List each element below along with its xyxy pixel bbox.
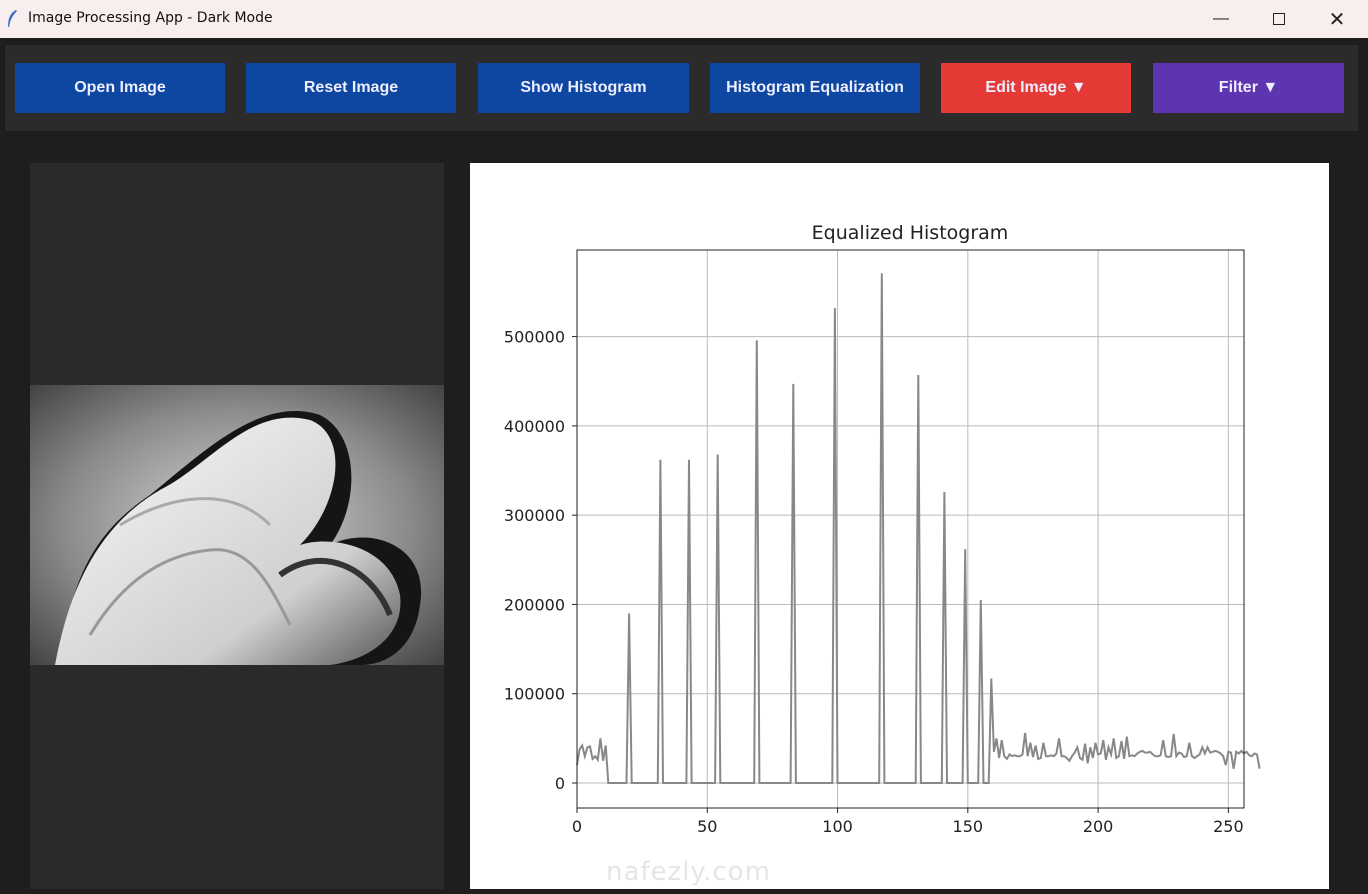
image-panel bbox=[30, 163, 444, 889]
close-button[interactable]: ✕ bbox=[1308, 0, 1366, 38]
open-image-button[interactable]: Open Image bbox=[15, 63, 225, 113]
x-tick-label: 150 bbox=[953, 817, 984, 836]
minimize-button[interactable]: — bbox=[1192, 0, 1250, 38]
feather-icon bbox=[8, 10, 17, 27]
minimize-icon: — bbox=[1213, 10, 1229, 27]
reset-image-button[interactable]: Reset Image bbox=[246, 63, 456, 113]
histogram-panel: Equalized Histogram 0 50 100 150 200 250 0 1000… bbox=[470, 163, 1329, 889]
y-tick-label: 300000 bbox=[504, 506, 565, 525]
histogram-line bbox=[576, 273, 1261, 784]
close-icon: ✕ bbox=[1328, 8, 1346, 31]
show-histogram-button[interactable]: Show Histogram bbox=[478, 63, 689, 113]
histogram-equalization-button[interactable]: Histogram Equalization bbox=[710, 63, 920, 113]
y-tick-label: 100000 bbox=[504, 685, 565, 704]
x-tick-label: 100 bbox=[822, 817, 853, 836]
edit-image-dropdown[interactable]: Edit Image ▼ bbox=[941, 63, 1131, 113]
y-tick-label: 0 bbox=[555, 774, 565, 793]
y-tick-label: 400000 bbox=[504, 417, 565, 436]
x-tick-label: 200 bbox=[1083, 817, 1114, 836]
chart-title: Equalized Histogram bbox=[812, 222, 1009, 244]
toolbar: Open Image Reset Image Show Histogram Hi… bbox=[5, 45, 1358, 131]
x-tick-label: 50 bbox=[697, 817, 717, 836]
maximize-icon bbox=[1273, 13, 1285, 25]
title-bar: Image Processing App - Dark Mode — ✕ bbox=[0, 0, 1368, 38]
x-tick-label: 0 bbox=[572, 817, 582, 836]
watermark: nafezly.com bbox=[606, 857, 771, 887]
image-preview bbox=[30, 385, 444, 665]
y-tick-label: 500000 bbox=[504, 328, 565, 347]
y-tick-label: 200000 bbox=[504, 595, 565, 614]
filter-dropdown[interactable]: Filter ▼ bbox=[1153, 63, 1344, 113]
histogram-chart: Equalized Histogram 0 50 100 150 200 250 0 1000… bbox=[504, 222, 1261, 836]
window-title: Image Processing App - Dark Mode bbox=[28, 10, 273, 26]
maximize-button[interactable] bbox=[1250, 0, 1308, 38]
x-tick-label: 250 bbox=[1213, 817, 1244, 836]
plot-frame bbox=[576, 249, 1245, 809]
